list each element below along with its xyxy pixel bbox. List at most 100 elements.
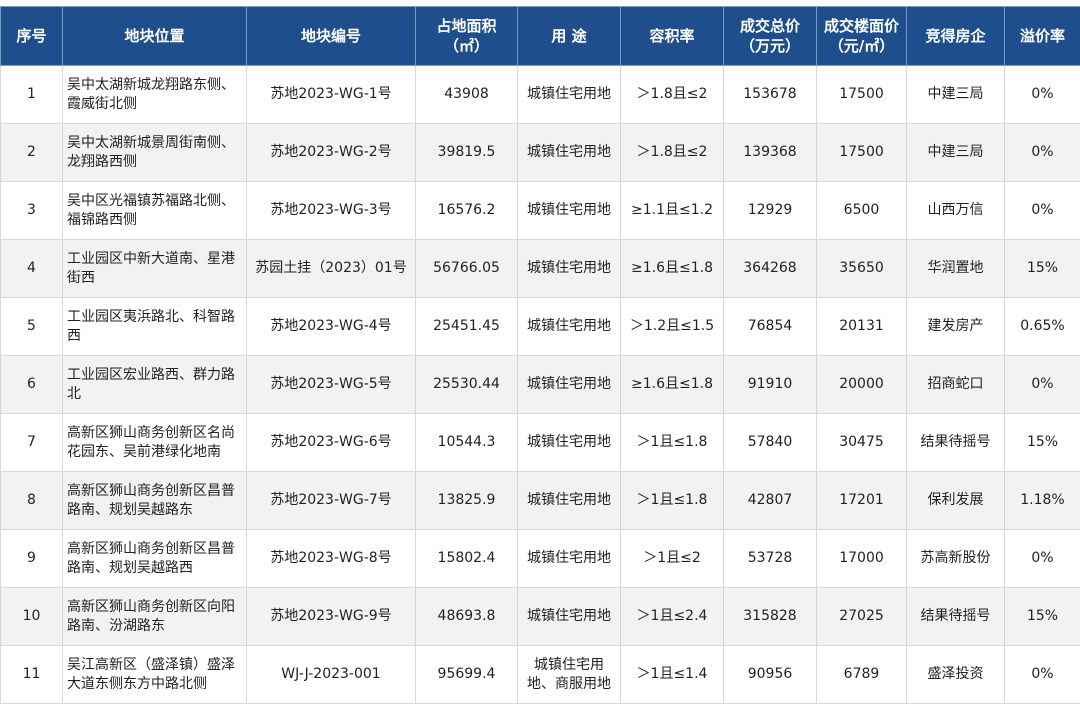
table-row: 8高新区狮山商务创新区昌普路南、规划吴越路东苏地2023-WG-7号13825.… [1,472,1080,530]
col-parcel-id-cell: 苏地2023-WG-8号 [247,530,416,588]
col-premium-cell: 0% [1005,182,1080,240]
col-area-cell: 25451.45 [416,298,518,356]
col-plot-ratio-header: 容积率 [621,7,724,66]
col-total-price-cell: 153678 [724,66,817,124]
col-parcel-id-cell: 苏地2023-WG-5号 [247,356,416,414]
col-parcel-id-cell: WJ-J-2023-001 [247,646,416,704]
col-location-cell: 工业园区宏业路西、群力路北 [63,356,247,414]
col-plot-ratio-cell: ＞1且≤1.4 [621,646,724,704]
col-usage-cell: 城镇住宅用地 [518,66,621,124]
col-parcel-id-cell: 苏地2023-WG-6号 [247,414,416,472]
col-premium-cell: 0% [1005,530,1080,588]
col-index-cell: 1 [1,66,63,124]
col-floor-price-cell: 17500 [817,66,907,124]
col-area-cell: 16576.2 [416,182,518,240]
col-plot-ratio-cell: ＞1且≤1.8 [621,472,724,530]
col-area-cell: 48693.8 [416,588,518,646]
col-parcel-id-cell: 苏地2023-WG-3号 [247,182,416,240]
col-total-price-cell: 90956 [724,646,817,704]
col-total-price-cell: 139368 [724,124,817,182]
col-area-cell: 15802.4 [416,530,518,588]
col-premium-cell: 0.65% [1005,298,1080,356]
col-usage-cell: 城镇住宅用地 [518,588,621,646]
col-plot-ratio-cell: ＞1且≤2 [621,530,724,588]
col-parcel-id-cell: 苏地2023-WG-4号 [247,298,416,356]
table-row: 2吴中太湖新城景周街南侧、龙翔路西侧苏地2023-WG-2号39819.5城镇住… [1,124,1080,182]
col-area-cell: 13825.9 [416,472,518,530]
col-location-cell: 吴中太湖新城景周街南侧、龙翔路西侧 [63,124,247,182]
col-location-cell: 高新区狮山商务创新区昌普路南、规划吴越路西 [63,530,247,588]
col-index-cell: 9 [1,530,63,588]
col-premium-cell: 15% [1005,414,1080,472]
col-parcel-id-cell: 苏地2023-WG-7号 [247,472,416,530]
col-index-cell: 2 [1,124,63,182]
col-area-cell: 95699.4 [416,646,518,704]
col-usage-cell: 城镇住宅用地 [518,240,621,298]
col-developer-cell: 山西万信 [907,182,1005,240]
col-area-cell: 10544.3 [416,414,518,472]
col-location-cell: 工业园区中新大道南、星港街西 [63,240,247,298]
col-developer-header: 竞得房企 [907,7,1005,66]
col-developer-cell: 招商蛇口 [907,356,1005,414]
col-location-cell: 吴江高新区（盛泽镇）盛泽大道东侧东方中路北侧 [63,646,247,704]
col-location-cell: 高新区狮山商务创新区昌普路南、规划吴越路东 [63,472,247,530]
col-location-cell: 吴中太湖新城龙翔路东侧、霞威街北侧 [63,66,247,124]
col-area-cell: 25530.44 [416,356,518,414]
col-floor-price-cell: 17201 [817,472,907,530]
col-index-cell: 11 [1,646,63,704]
col-parcel-id-cell: 苏园土挂（2023）01号 [247,240,416,298]
col-premium-cell: 1.18% [1005,472,1080,530]
col-index-cell: 4 [1,240,63,298]
col-usage-cell: 城镇住宅用地 [518,182,621,240]
col-floor-price-cell: 35650 [817,240,907,298]
table-row: 4工业园区中新大道南、星港街西苏园土挂（2023）01号56766.05城镇住宅… [1,240,1080,298]
col-usage-header: 用 途 [518,7,621,66]
col-index-cell: 6 [1,356,63,414]
col-developer-cell: 苏高新股份 [907,530,1005,588]
col-total-price-cell: 315828 [724,588,817,646]
col-developer-cell: 盛泽投资 [907,646,1005,704]
col-floor-price-cell: 20131 [817,298,907,356]
table-body: 1吴中太湖新城龙翔路东侧、霞威街北侧苏地2023-WG-1号43908城镇住宅用… [1,66,1080,704]
col-index-cell: 7 [1,414,63,472]
col-premium-cell: 0% [1005,356,1080,414]
table-row: 6工业园区宏业路西、群力路北苏地2023-WG-5号25530.44城镇住宅用地… [1,356,1080,414]
col-location-cell: 工业园区夷浜路北、科智路西 [63,298,247,356]
col-premium-cell: 0% [1005,124,1080,182]
land-auction-table-view: 序号地块位置地块编号占地面积（㎡）用 途容积率成交总价（万元）成交楼面价（元/㎡… [0,0,1080,701]
col-floor-price-cell: 17000 [817,530,907,588]
col-location-cell: 高新区狮山商务创新区向阳路南、汾湖路东 [63,588,247,646]
col-parcel-id-cell: 苏地2023-WG-1号 [247,66,416,124]
col-floor-price-cell: 20000 [817,356,907,414]
col-total-price-cell: 91910 [724,356,817,414]
col-floor-price-cell: 27025 [817,588,907,646]
col-floor-price-cell: 17500 [817,124,907,182]
table-row: 5工业园区夷浜路北、科智路西苏地2023-WG-4号25451.45城镇住宅用地… [1,298,1080,356]
col-plot-ratio-cell: ＞1.8且≤2 [621,124,724,182]
table-row: 1吴中太湖新城龙翔路东侧、霞威街北侧苏地2023-WG-1号43908城镇住宅用… [1,66,1080,124]
col-floor-price-cell: 6500 [817,182,907,240]
col-developer-cell: 结果待摇号 [907,414,1005,472]
table-row: 10高新区狮山商务创新区向阳路南、汾湖路东苏地2023-WG-9号48693.8… [1,588,1080,646]
col-area-cell: 39819.5 [416,124,518,182]
col-location-cell: 吴中区光福镇苏福路北侧、福锦路西侧 [63,182,247,240]
table-row: 3吴中区光福镇苏福路北侧、福锦路西侧苏地2023-WG-3号16576.2城镇住… [1,182,1080,240]
col-parcel-id-header: 地块编号 [247,7,416,66]
col-floor-price-header: 成交楼面价（元/㎡） [817,7,907,66]
col-parcel-id-cell: 苏地2023-WG-2号 [247,124,416,182]
col-developer-cell: 中建三局 [907,66,1005,124]
table-row: 9高新区狮山商务创新区昌普路南、规划吴越路西苏地2023-WG-8号15802.… [1,530,1080,588]
header-row: 序号地块位置地块编号占地面积（㎡）用 途容积率成交总价（万元）成交楼面价（元/㎡… [1,7,1080,66]
col-floor-price-cell: 30475 [817,414,907,472]
col-premium-cell: 0% [1005,646,1080,704]
col-index-header: 序号 [1,7,63,66]
col-usage-cell: 城镇住宅用地 [518,414,621,472]
col-premium-cell: 15% [1005,240,1080,298]
col-index-cell: 3 [1,182,63,240]
col-total-price-cell: 53728 [724,530,817,588]
col-area-cell: 56766.05 [416,240,518,298]
col-developer-cell: 保利发展 [907,472,1005,530]
col-usage-cell: 城镇住宅用地、商服用地 [518,646,621,704]
col-total-price-cell: 42807 [724,472,817,530]
col-usage-cell: 城镇住宅用地 [518,298,621,356]
